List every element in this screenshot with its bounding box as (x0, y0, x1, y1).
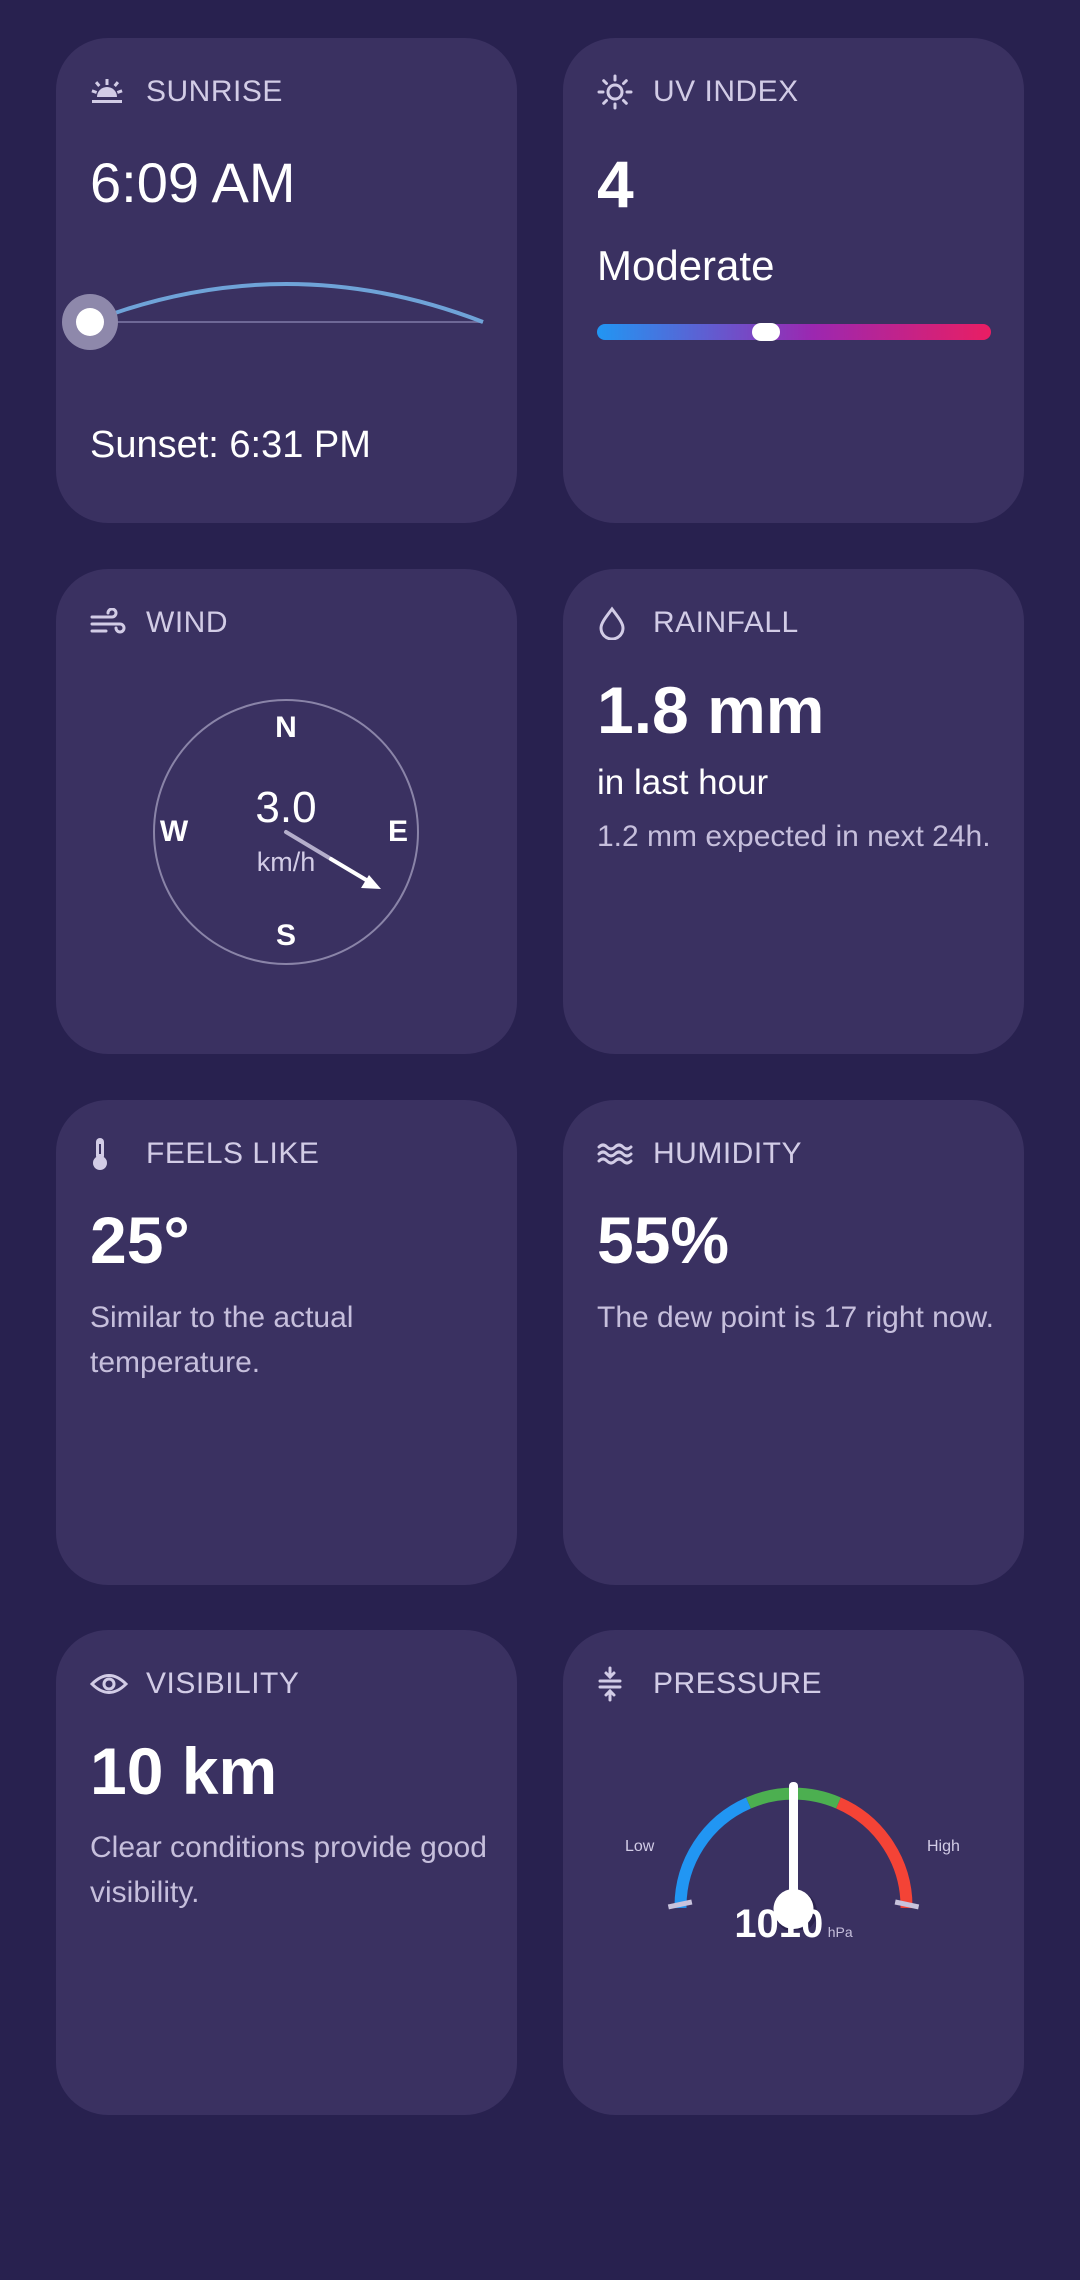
visibility-card[interactable]: VISIBILITY 10 km Clear conditions provid… (56, 1630, 517, 2115)
gauge-needle (789, 1782, 798, 1900)
rainfall-forecast: 1.2 mm expected in next 24h. (597, 820, 991, 853)
rainfall-value: 1.8 mm (597, 673, 825, 747)
humidity-card[interactable]: HUMIDITY 55% The dew point is 17 right n… (563, 1100, 1024, 1585)
eye-icon (90, 1665, 128, 1703)
pressure-icon (597, 1665, 635, 1703)
uv-value: 4 (597, 147, 634, 221)
thermometer-icon (90, 1135, 128, 1173)
gauge-high-arc (836, 1797, 913, 1909)
card-title: SUNRISE (146, 75, 283, 108)
rainfall-period: in last hour (597, 763, 769, 802)
gauge-low-label: Low (625, 1838, 655, 1855)
uv-index-card[interactable]: UV INDEX 4 Moderate (563, 38, 1024, 523)
sun-path-chart (62, 282, 484, 350)
pressure-card[interactable]: PRESSURE Low High 1010 hPa (563, 1630, 1024, 2115)
card-title: WIND (146, 606, 228, 639)
card-title: UV INDEX (653, 75, 799, 108)
uv-indicator (752, 323, 780, 341)
uv-level: Moderate (597, 242, 775, 289)
sunset-text: Sunset: 6:31 PM (90, 424, 371, 466)
uv-scale-bar (597, 323, 991, 341)
card-title: PRESSURE (653, 1667, 823, 1700)
wind-compass: N S W E 3.0 km/h (153, 699, 419, 965)
feels-like-card[interactable]: FEELS LIKE 25° Similar to the actual tem… (56, 1100, 517, 1585)
wind-card[interactable]: WIND N S W E 3.0 km/h (56, 569, 517, 1054)
humidity-description: The dew point is 17 right now. (597, 1301, 994, 1334)
gauge-high-label: High (927, 1838, 960, 1855)
droplet-icon (597, 604, 635, 642)
feels-like-description: Similar to the actual temperature. (90, 1301, 354, 1379)
card-title: HUMIDITY (653, 1137, 802, 1170)
sunrise-icon (90, 73, 128, 111)
gauge-low-arc (674, 1797, 751, 1909)
sun-icon (597, 73, 635, 111)
pressure-unit: hPa (827, 1924, 853, 1940)
card-title: VISIBILITY (146, 1667, 300, 1700)
feels-like-value: 25° (90, 1203, 190, 1277)
visibility-value: 10 km (90, 1734, 278, 1808)
card-title: FEELS LIKE (146, 1137, 320, 1170)
wind-icon (90, 604, 128, 642)
pressure-readout: 1010 hPa (563, 1902, 1024, 1947)
humidity-value: 55% (597, 1203, 730, 1277)
waves-icon (597, 1135, 635, 1173)
sun-position-marker (76, 308, 104, 336)
sunrise-time: 6:09 AM (90, 151, 296, 214)
rainfall-card[interactable]: RAINFALL 1.8 mm in last hour 1.2 mm expe… (563, 569, 1024, 1054)
visibility-description: Clear conditions provide good visibility… (90, 1831, 487, 1909)
wind-direction-arrow (284, 830, 381, 889)
card-title: RAINFALL (653, 606, 799, 639)
sunrise-card[interactable]: SUNRISE 6:09 AM Sunset: 6:31 PM (56, 38, 517, 523)
pressure-value: 1010 (734, 1902, 824, 1946)
